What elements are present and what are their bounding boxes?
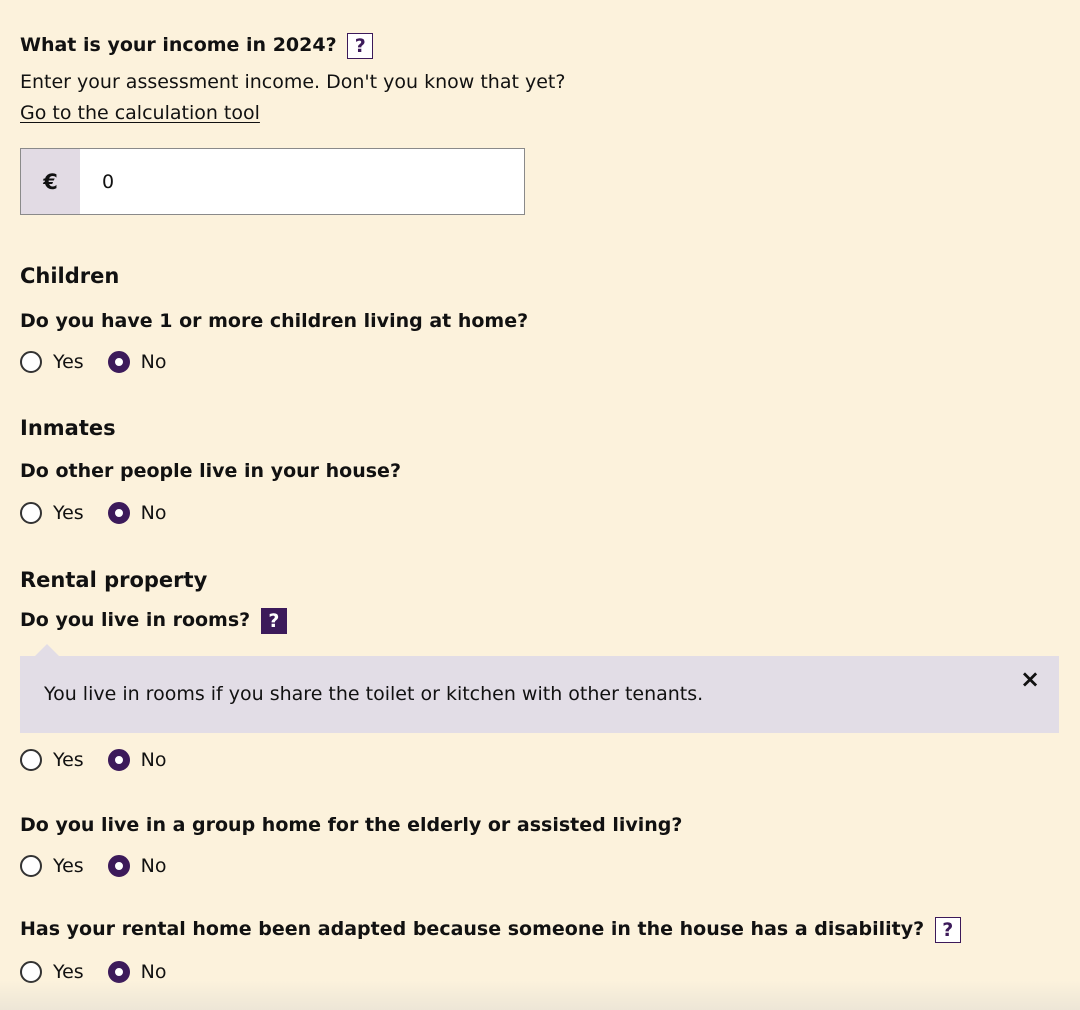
euro-icon: € <box>21 149 80 214</box>
income-help-button[interactable]: ? <box>347 33 374 59</box>
close-icon[interactable]: × <box>1017 666 1043 692</box>
radio-unselected-icon[interactable] <box>20 749 42 771</box>
children-heading: Children <box>20 264 120 288</box>
income-description: Enter your assessment income. Don't you … <box>20 71 566 93</box>
adapted-help-button[interactable]: ? <box>934 917 961 943</box>
radio-unselected-icon[interactable] <box>20 855 42 877</box>
inmates-heading: Inmates <box>20 416 116 440</box>
option-label: No <box>140 749 167 771</box>
rental-heading: Rental property <box>20 568 208 592</box>
children-radio-group: Yes No <box>20 349 167 375</box>
radio-selected-icon[interactable] <box>107 502 130 524</box>
rooms-option-no[interactable]: No <box>107 748 167 772</box>
rooms-help-button[interactable]: ? <box>260 608 287 634</box>
option-label: Yes <box>53 502 84 524</box>
group-home-radio-group: Yes No <box>20 853 167 879</box>
children-question: Do you have 1 or more children living at… <box>20 310 529 332</box>
radio-selected-icon[interactable] <box>107 749 130 771</box>
option-label: No <box>140 502 167 524</box>
adapted-option-yes[interactable]: Yes <box>20 960 84 984</box>
income-amount-input[interactable]: 0 <box>80 149 524 214</box>
rooms-radio-group: Yes No <box>20 747 167 773</box>
inmates-option-yes[interactable]: Yes <box>20 501 84 525</box>
rooms-question: Do you live in rooms? ? <box>20 608 287 634</box>
rooms-question-label: Do you live in rooms? <box>20 609 251 631</box>
group-home-option-no[interactable]: No <box>107 854 167 878</box>
adapted-question: Has your rental home been adapted becaus… <box>20 917 961 943</box>
inmates-question: Do other people live in your house? <box>20 460 401 482</box>
option-label: No <box>140 351 167 373</box>
children-option-yes[interactable]: Yes <box>20 350 84 374</box>
radio-unselected-icon[interactable] <box>20 351 42 373</box>
children-option-no[interactable]: No <box>107 350 167 374</box>
option-label: Yes <box>53 961 84 983</box>
adapted-radio-group: Yes No <box>20 959 167 985</box>
group-home-option-yes[interactable]: Yes <box>20 854 84 878</box>
radio-selected-icon[interactable] <box>107 855 130 877</box>
adapted-question-label: Has your rental home been adapted becaus… <box>20 918 925 940</box>
radio-selected-icon[interactable] <box>107 351 130 373</box>
option-label: Yes <box>53 351 84 373</box>
income-question-label: What is your income in 2024? <box>20 34 337 56</box>
option-label: Yes <box>53 855 84 877</box>
adapted-option-no[interactable]: No <box>107 960 167 984</box>
rooms-tooltip: You live in rooms if you share the toile… <box>20 656 1059 733</box>
rooms-option-yes[interactable]: Yes <box>20 748 84 772</box>
income-amount-field[interactable]: € 0 <box>20 148 525 215</box>
rooms-tooltip-text: You live in rooms if you share the toile… <box>44 683 704 705</box>
calculation-tool-link[interactable]: Go to the calculation tool <box>20 101 260 125</box>
radio-unselected-icon[interactable] <box>20 961 42 983</box>
option-label: Yes <box>53 749 84 771</box>
radio-unselected-icon[interactable] <box>20 502 42 524</box>
radio-selected-icon[interactable] <box>107 961 130 983</box>
option-label: No <box>140 961 167 983</box>
income-question: What is your income in 2024? ? <box>20 33 374 59</box>
inmates-radio-group: Yes No <box>20 500 167 526</box>
option-label: No <box>140 855 167 877</box>
inmates-option-no[interactable]: No <box>107 501 167 525</box>
group-home-question: Do you live in a group home for the elde… <box>20 814 683 836</box>
